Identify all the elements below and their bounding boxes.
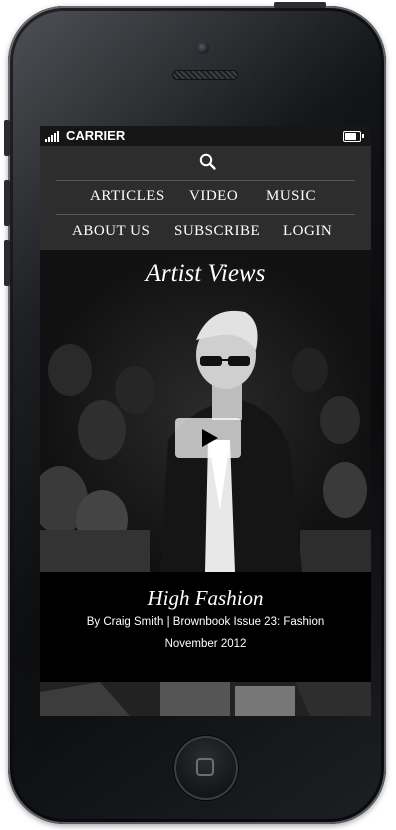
status-bar: CARRIER xyxy=(40,126,371,146)
battery-fill xyxy=(345,133,356,140)
article-date: November 2012 xyxy=(164,638,247,650)
next-article-image xyxy=(40,682,371,716)
nav-subscribe[interactable]: SUBSCRIBE xyxy=(174,223,260,240)
battery-icon xyxy=(343,131,364,142)
nav-video[interactable]: VIDEO xyxy=(189,188,238,205)
power-button xyxy=(274,2,326,8)
play-icon[interactable] xyxy=(175,418,241,458)
phone-screen: CARRIER ARTICLES VIDEO MUSIC ABOUT US SU… xyxy=(40,126,371,716)
signal-icon xyxy=(45,130,59,142)
article-byline: By Craig Smith | Brownbook Issue 23: Fas… xyxy=(86,616,325,628)
home-button[interactable] xyxy=(174,736,238,800)
nav-divider xyxy=(56,180,355,181)
next-article-preview[interactable] xyxy=(40,682,371,716)
nav-divider xyxy=(56,214,355,215)
nav-login[interactable]: LOGIN xyxy=(283,223,332,240)
mute-switch xyxy=(4,120,10,156)
nav-about-us[interactable]: ABOUT US xyxy=(72,223,150,240)
hero-image xyxy=(40,310,371,572)
volume-up-button xyxy=(4,180,10,226)
volume-down-button xyxy=(4,240,10,286)
earpiece-speaker xyxy=(172,70,238,80)
main-navigation: ARTICLES VIDEO MUSIC ABOUT US SUBSCRIBE … xyxy=(40,146,371,250)
carrier-label: CARRIER xyxy=(66,128,126,143)
front-camera xyxy=(197,42,209,54)
hero-video[interactable]: Artist Views xyxy=(40,250,371,572)
home-button-icon xyxy=(196,758,214,776)
search-icon[interactable] xyxy=(198,152,218,172)
nav-articles[interactable]: ARTICLES xyxy=(90,188,165,205)
article-title[interactable]: High Fashion xyxy=(40,586,371,611)
article-caption: High Fashion By Craig Smith | Brownbook … xyxy=(40,572,371,682)
section-title: Artist Views xyxy=(145,260,266,287)
nav-music[interactable]: MUSIC xyxy=(266,188,316,205)
